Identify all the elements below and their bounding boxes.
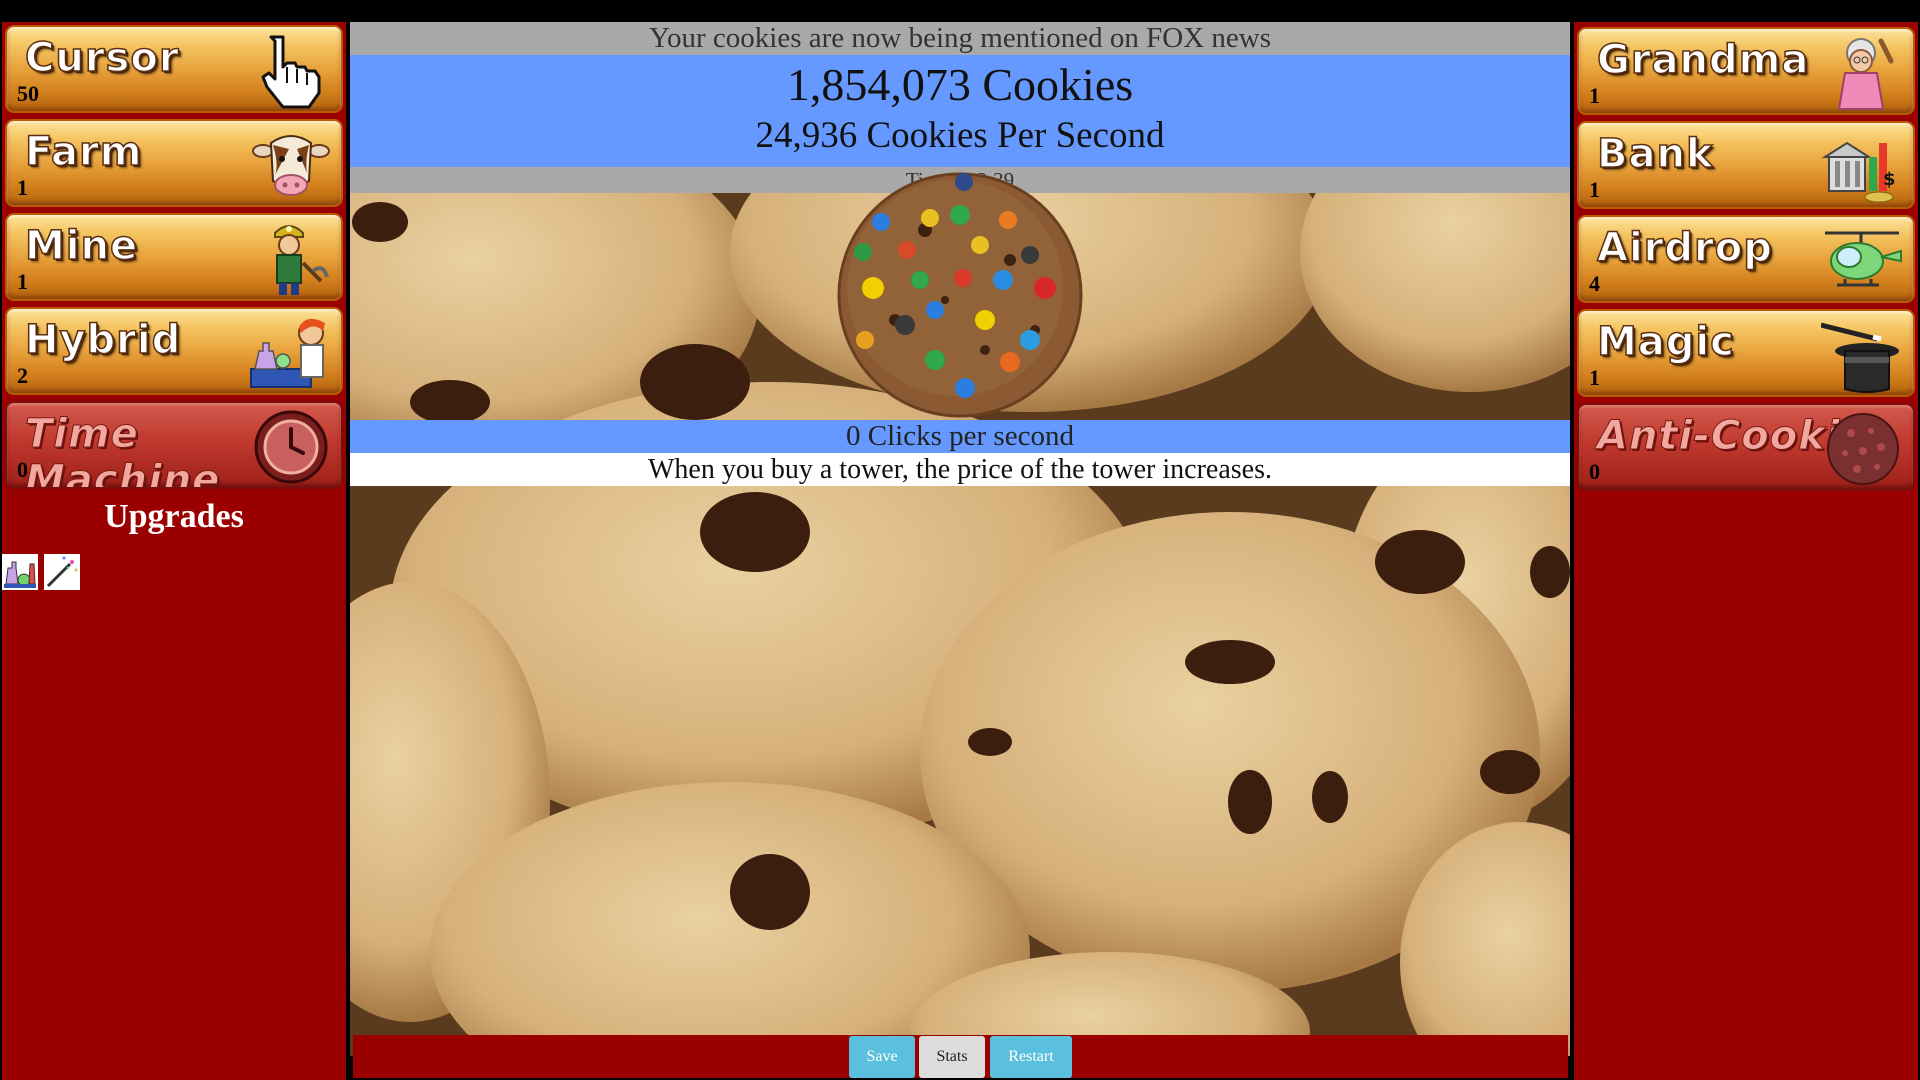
tower-count: 1 bbox=[17, 175, 28, 200]
magic-hat-icon bbox=[1821, 322, 1899, 393]
tower-name: Cursor bbox=[24, 34, 180, 82]
tower-farm[interactable]: Farm 1 bbox=[5, 119, 343, 207]
tower-cursor[interactable]: Cursor 50 bbox=[5, 25, 343, 113]
miner-icon bbox=[274, 225, 329, 295]
tower-count: 0 bbox=[17, 457, 28, 482]
scientist-icon bbox=[250, 318, 325, 388]
tower-count: 0 bbox=[1589, 459, 1600, 484]
lab-flasks-icon[interactable] bbox=[2, 554, 38, 590]
tower-count: 1 bbox=[1589, 83, 1600, 108]
clock-icon bbox=[254, 410, 328, 484]
cursor-icon bbox=[261, 35, 321, 109]
tower-grandma[interactable]: Grandma 1 bbox=[1577, 27, 1915, 115]
tower-anti-cookie[interactable]: Anti-Cookie 0 bbox=[1577, 403, 1915, 491]
left-tower-panel: Cursor 50 Farm 1 Mine 1 Hybrid 2 Time Ma… bbox=[2, 22, 346, 1080]
game-area: Your cookies are now being mentioned on … bbox=[350, 22, 1570, 1056]
tower-hybrid[interactable]: Hybrid 2 bbox=[5, 307, 343, 395]
tower-airdrop[interactable]: Airdrop 4 bbox=[1577, 215, 1915, 303]
tower-mine[interactable]: Mine 1 bbox=[5, 213, 343, 301]
bank-icon: $ bbox=[1821, 141, 1896, 203]
tower-name: Mine bbox=[24, 222, 139, 270]
tower-name: Airdrop bbox=[1596, 224, 1773, 272]
cookie-counter-panel: 1,854,073 Cookies 24,936 Cookies Per Sec… bbox=[350, 55, 1570, 167]
tower-name: Hybrid bbox=[24, 316, 182, 364]
restart-button[interactable]: Restart bbox=[990, 1036, 1072, 1078]
cow-icon bbox=[252, 135, 330, 196]
tower-count: 1 bbox=[17, 269, 28, 294]
helicopter-icon bbox=[1825, 231, 1902, 287]
save-button[interactable]: Save bbox=[849, 1036, 915, 1078]
tower-time-machine[interactable]: Time Machine 0 bbox=[5, 401, 343, 489]
tower-count: 50 bbox=[17, 81, 39, 106]
tip-text: When you buy a tower, the price of the t… bbox=[350, 453, 1570, 486]
cookies-per-second: 24,936 Cookies Per Second bbox=[755, 115, 1165, 156]
grandma-icon bbox=[1837, 38, 1894, 110]
tower-count: 4 bbox=[1589, 271, 1600, 296]
stats-button[interactable]: Stats bbox=[919, 1036, 985, 1078]
news-ticker: Your cookies are now being mentioned on … bbox=[350, 22, 1570, 55]
tower-bank[interactable]: Bank 1 $ bbox=[1577, 121, 1915, 209]
dark-cookie-icon bbox=[1827, 413, 1899, 485]
big-cookie-button[interactable] bbox=[835, 170, 1085, 420]
tower-count: 1 bbox=[1589, 177, 1600, 202]
svg-text:$: $ bbox=[1883, 169, 1896, 190]
tower-count: 1 bbox=[1589, 365, 1600, 390]
tower-count: 2 bbox=[17, 363, 28, 388]
bottom-toolbar: Save Stats Restart bbox=[353, 1035, 1568, 1078]
clicks-per-second: 0 Clicks per second bbox=[350, 420, 1570, 453]
right-tower-panel: Grandma 1 Bank 1 $ Airdrop 4 Magic 1 Ant… bbox=[1574, 22, 1918, 1080]
magic-wand-icon[interactable] bbox=[44, 554, 80, 590]
tower-name: Grandma bbox=[1596, 36, 1810, 84]
cookie-count: 1,854,073 Cookies bbox=[786, 59, 1134, 110]
tower-name: Bank bbox=[1596, 130, 1714, 178]
tower-magic[interactable]: Magic 1 bbox=[1577, 309, 1915, 397]
upgrades-heading: Upgrades bbox=[104, 498, 244, 535]
tower-name: Farm bbox=[24, 128, 143, 176]
tower-name: Magic bbox=[1596, 318, 1735, 366]
